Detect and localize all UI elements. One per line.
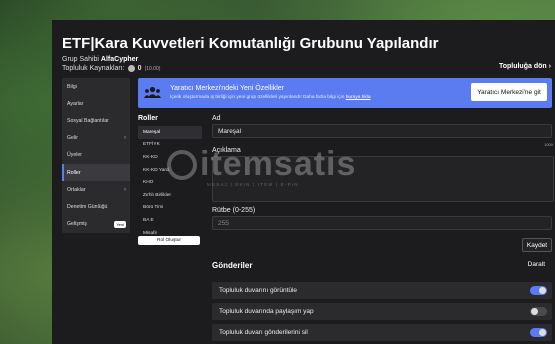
sidebar: Bilgi Ayarlar Sosyal Bağlantılar Gelir › … <box>62 78 130 233</box>
group-users-icon <box>144 86 161 98</box>
arrow-right-icon: › <box>548 63 551 70</box>
credits-value: 0 <box>137 65 142 72</box>
sidebar-item-label: Gelir <box>67 135 78 142</box>
sidebar-item-advanced[interactable]: Gelişmiş Yeni <box>62 216 130 233</box>
toggle-knob <box>539 329 546 336</box>
sidebar-item-roles[interactable]: Roller <box>62 163 130 182</box>
new-badge: Yeni <box>114 220 126 228</box>
robux-icon <box>127 65 135 72</box>
sidebar-item-label: Roller <box>67 169 81 176</box>
collapse-button[interactable]: Daralt <box>528 261 545 268</box>
sidebar-item-label: Ayarlar <box>67 100 84 107</box>
chevron-right-icon: › <box>124 135 126 142</box>
toggle-knob <box>531 308 538 315</box>
sidebar-item-affiliates[interactable]: Ortaklar › <box>62 181 130 198</box>
role-item[interactable]: Mareşal <box>138 126 202 139</box>
permission-row: Topluluk duvarını görüntüle <box>212 282 552 299</box>
credits-label: Topluluk Kaynakları: <box>62 65 125 72</box>
permission-toggle[interactable] <box>530 286 547 295</box>
back-to-community-link[interactable]: Topluluğa dön › <box>499 63 551 70</box>
sidebar-item-label: Ortaklar <box>67 186 86 193</box>
posts-section-heading: Gönderiler <box>212 261 253 270</box>
permission-row: Topluluk duvarında paylaşım yap <box>212 303 552 320</box>
role-item[interactable]: ETFİYK <box>138 139 202 152</box>
banner-desc-text: İçerik oluşturmada iş birliği için yeni … <box>170 95 345 100</box>
banner-link[interactable]: buraya tıkla <box>346 95 371 100</box>
page-title: ETF|Kara Kuvvetleri Komutanlığı Grubunu … <box>62 35 439 52</box>
creator-hub-banner: Yaratıcı Merkezi'ndeki Yeni Özellikler İ… <box>138 78 552 108</box>
save-button[interactable]: Kaydet <box>522 238 552 252</box>
sidebar-item-label: Denetim Günlüğü <box>67 203 108 210</box>
config-panel: ETF|Kara Kuvvetleri Komutanlığı Grubunu … <box>52 20 555 344</box>
permission-label: Topluluk duvarı gönderilerini sil <box>219 329 308 336</box>
banner-description: İçerik oluşturmada iş birliği için yeni … <box>170 95 371 100</box>
role-name-input[interactable]: Mareşal <box>212 124 552 138</box>
sidebar-item-settings[interactable]: Ayarlar <box>62 95 130 112</box>
sidebar-item-revenue[interactable]: Gelir › <box>62 130 130 147</box>
role-rank-input[interactable]: 255 <box>212 216 552 230</box>
sidebar-item-label: Gelişmiş <box>67 221 87 228</box>
sidebar-item-audit-log[interactable]: Denetim Günlüğü <box>62 198 130 215</box>
group-owner: Grup Sahibi AlfaCypher <box>62 56 138 63</box>
create-role-button[interactable]: Rol Oluştur <box>138 236 200 245</box>
chevron-right-icon: › <box>124 186 126 193</box>
banner-title: Yaratıcı Merkezi'ndeki Yeni Özellikler <box>170 85 285 92</box>
sidebar-item-info[interactable]: Bilgi <box>62 78 130 95</box>
owner-label: Grup Sahibi <box>62 56 99 63</box>
name-label: Ad <box>212 115 221 122</box>
rank-label: Rütbe (0-255) <box>212 207 256 214</box>
permission-label: Topluluk duvarında paylaşım yap <box>219 308 314 315</box>
roles-list: Mareşal ETFİYK KK-KD KK-KD Yard. KHO Zır… <box>138 126 202 239</box>
sidebar-item-label: Üyeler <box>67 152 82 159</box>
role-item[interactable]: BA E <box>138 214 202 227</box>
description-label: Açıklama <box>212 147 241 154</box>
sidebar-item-label: Bilgi <box>67 83 77 90</box>
role-item[interactable]: KHO <box>138 176 202 189</box>
back-link-label: Topluluğa dön <box>498 63 547 70</box>
sidebar-item-members[interactable]: Üyeler <box>62 147 130 164</box>
role-item[interactable]: KK-KD <box>138 151 202 164</box>
sidebar-item-social-links[interactable]: Sosyal Bağlantılar <box>62 112 130 129</box>
role-item[interactable]: Börü Timi <box>138 202 202 215</box>
role-description-input[interactable] <box>212 156 554 202</box>
sidebar-item-label: Sosyal Bağlantılar <box>67 117 109 124</box>
roles-heading: Roller <box>138 115 158 122</box>
community-funds: Topluluk Kaynakları: 0 (10.00) <box>62 65 160 72</box>
role-item[interactable]: KK-KD Yard. <box>138 164 202 177</box>
permission-label: Topluluk duvarını görüntüle <box>219 287 298 294</box>
permission-toggle[interactable] <box>530 328 547 337</box>
permission-toggle[interactable] <box>530 307 547 316</box>
permission-row: Topluluk duvarı gönderilerini sil <box>212 324 552 341</box>
role-item[interactable]: Zırhlı Birlikler <box>138 189 202 202</box>
owner-name[interactable]: AlfaCypher <box>101 56 138 63</box>
credits-sub: (10.00) <box>144 65 161 72</box>
description-char-counter: 1000 <box>544 142 553 147</box>
creator-hub-button[interactable]: Yaratıcı Merkezi'ne git <box>471 83 547 101</box>
toggle-knob <box>539 287 546 294</box>
